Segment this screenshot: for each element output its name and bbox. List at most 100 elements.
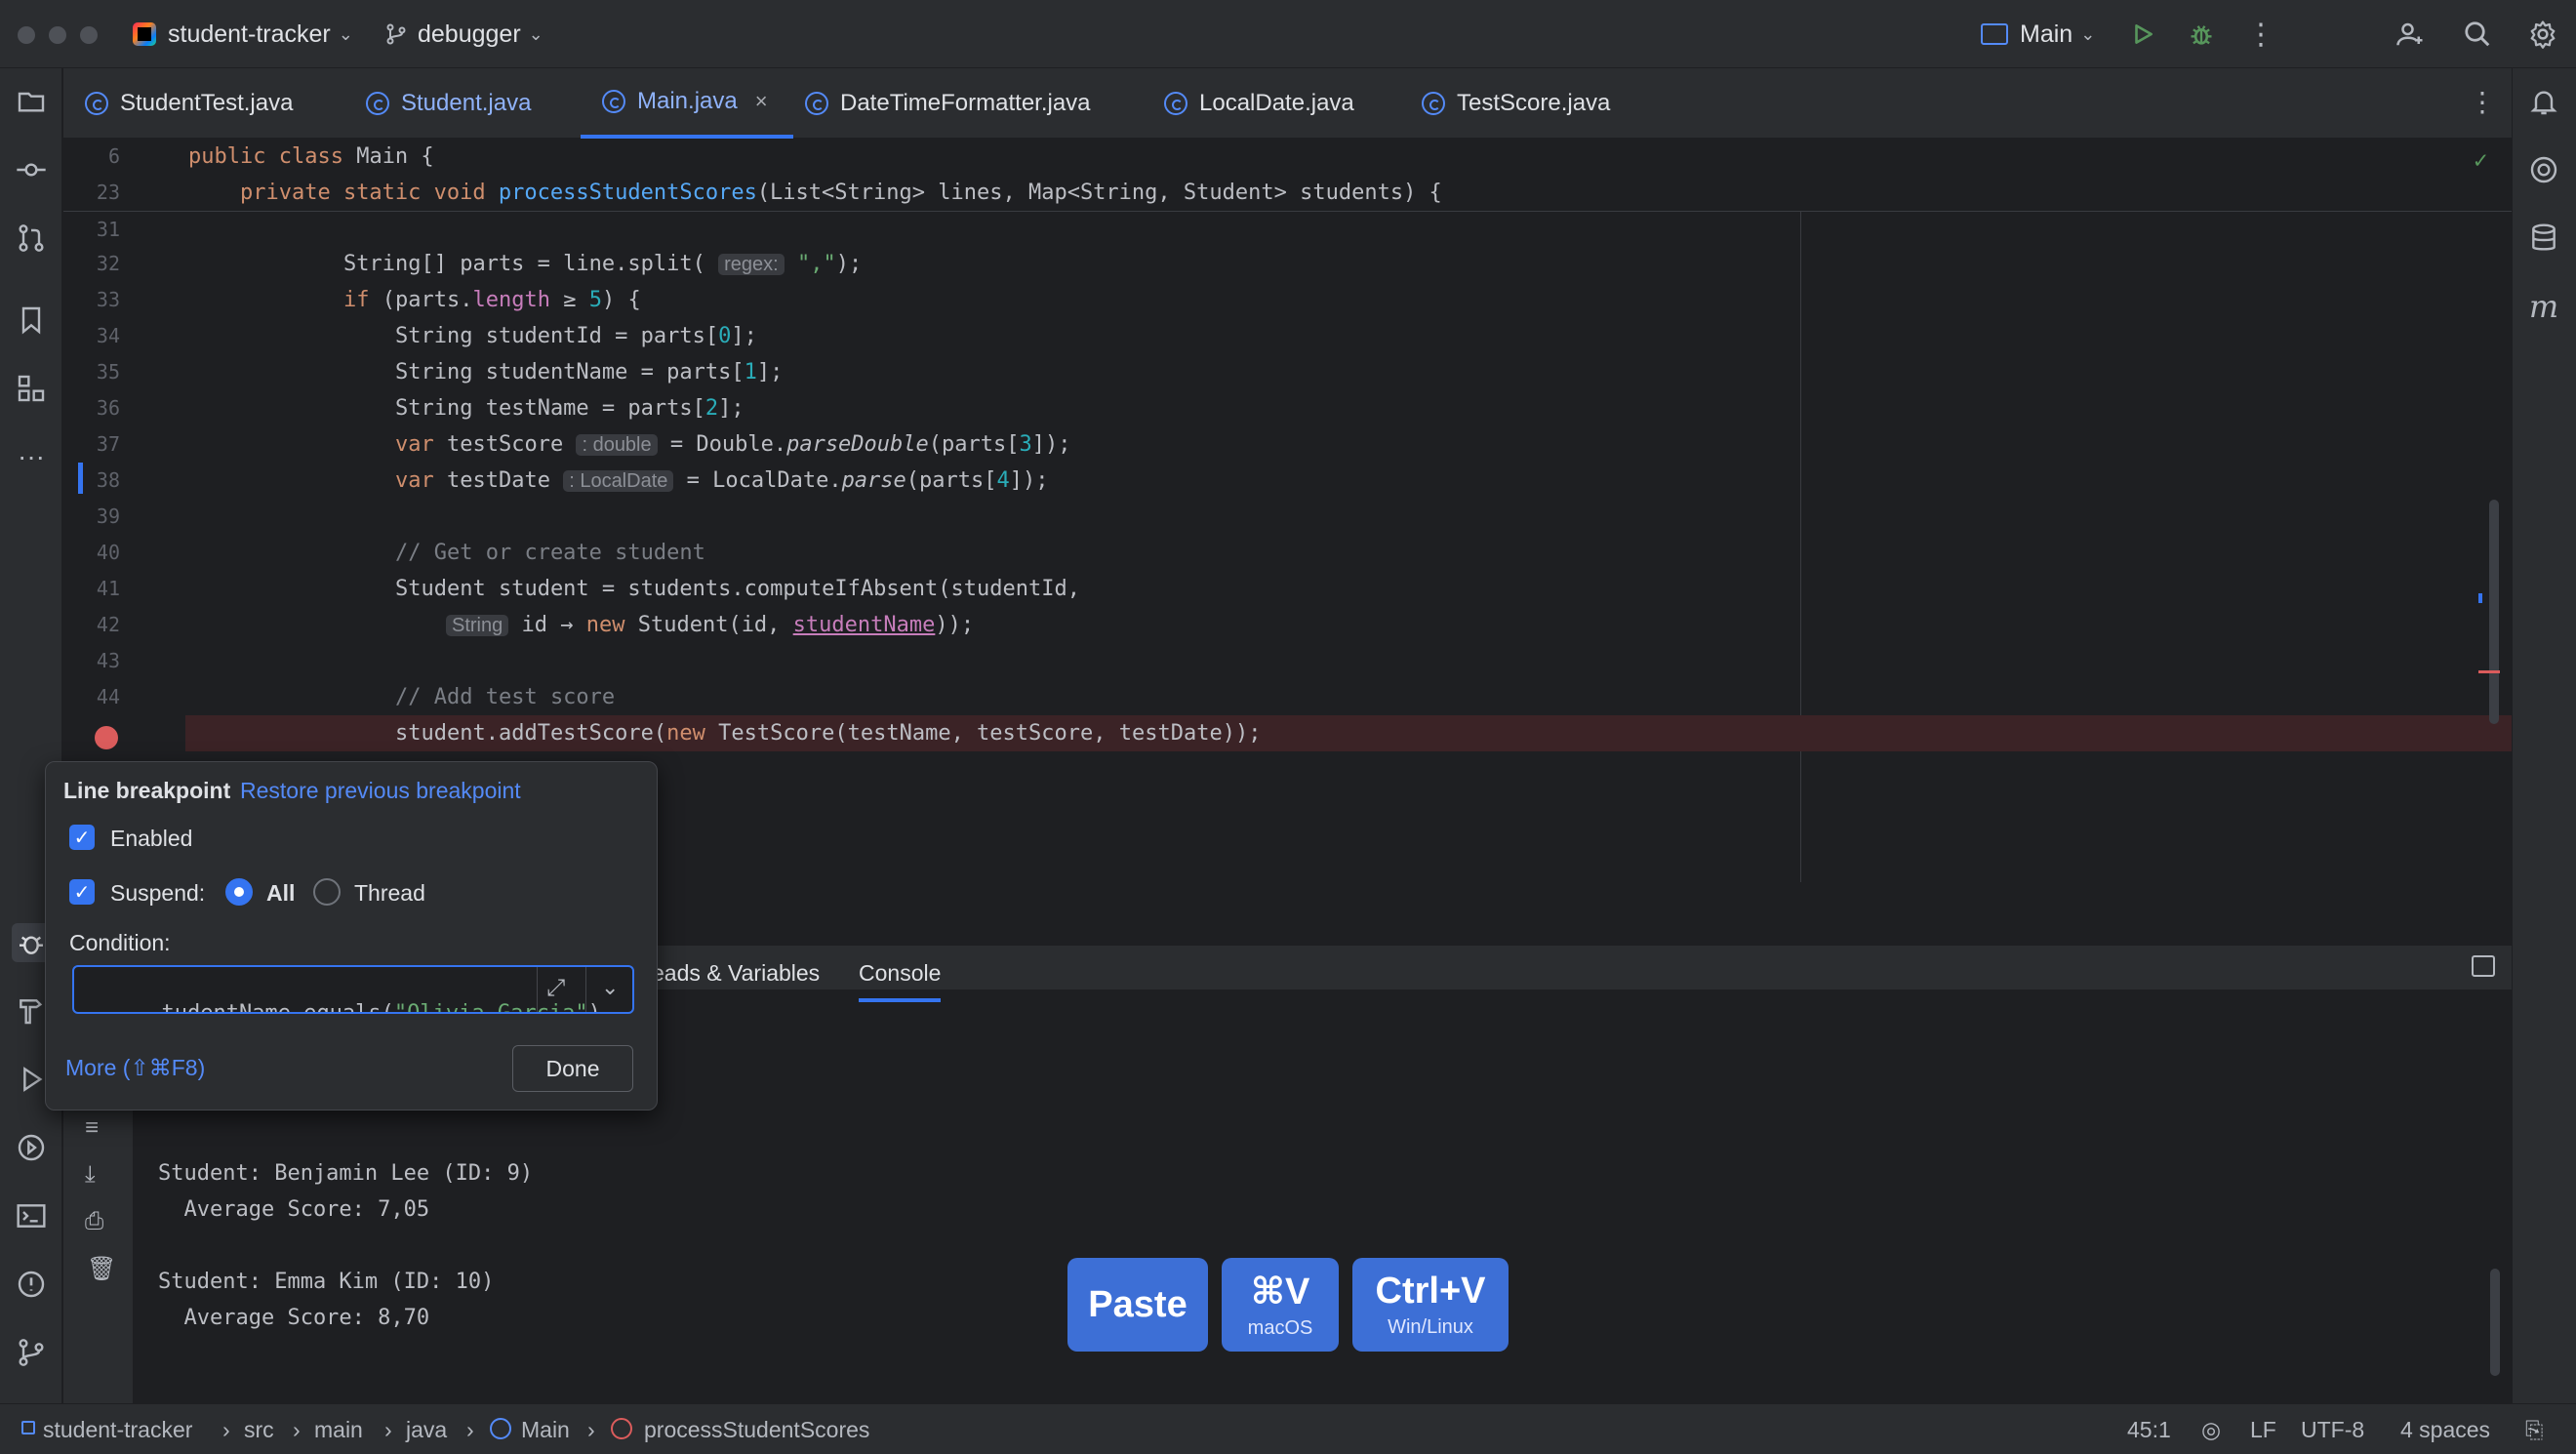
code-line: 42 String id → new Student(id, studentNam… <box>63 607 2512 643</box>
condition-label: Condition: <box>69 930 171 955</box>
code-line: 36 String testName = parts[2]; <box>63 390 2512 426</box>
code-with-me-button[interactable] <box>2390 14 2431 55</box>
more-link[interactable]: More (⇧⌘F8) <box>65 1055 205 1081</box>
tab-console[interactable]: Console <box>859 960 942 1002</box>
project-name: student-tracker <box>168 20 331 48</box>
suspend-thread-radio[interactable] <box>313 878 341 906</box>
tab-localdate[interactable]: LocalDate.java <box>1143 68 1431 139</box>
parameter-hint: regex: <box>718 254 785 275</box>
chevron-down-icon[interactable]: ⌄ <box>601 975 619 1000</box>
line-separator[interactable]: LF <box>2250 1417 2276 1443</box>
branch-selector[interactable]: debugger ⌄ <box>384 16 543 53</box>
breadcrumb-class[interactable]: Main <box>521 1417 570 1443</box>
right-tool-strip: m <box>2512 68 2576 1403</box>
suspend-all-radio[interactable] <box>225 878 253 906</box>
run-config-selector[interactable]: Main ⌄ <box>1981 16 2095 53</box>
left-tool-strip: ··· <box>0 68 62 1403</box>
breadcrumb-main[interactable]: main <box>314 1417 363 1443</box>
caret-position[interactable]: 45:1 <box>2127 1417 2171 1443</box>
search-button[interactable] <box>2457 14 2498 55</box>
commit-tool-button[interactable] <box>12 150 51 189</box>
maven-icon: m <box>2528 288 2559 325</box>
window-zoom-button[interactable] <box>80 26 98 44</box>
layout-icon[interactable] <box>2472 955 2495 977</box>
git-tool-button[interactable] <box>12 1333 51 1372</box>
condition-input[interactable]: tudentName.equals("Olivia Garcia") ⤢ ⌄ <box>72 965 634 1014</box>
settings-button[interactable] <box>2522 14 2563 55</box>
java-class-icon <box>1422 92 1445 115</box>
type-hint: : double <box>576 434 658 456</box>
file-encoding[interactable]: UTF-8 <box>2301 1417 2364 1443</box>
tab-testscore[interactable]: TestScore.java <box>1400 68 1689 139</box>
editor-scrollbar[interactable] <box>2489 500 2499 724</box>
enabled-label: Enabled <box>110 826 193 851</box>
lock-icon[interactable]: ⎘ <box>2525 1417 2543 1443</box>
bookmark-icon <box>21 306 41 335</box>
keystroke-win-key: Ctrl+V <box>1375 1271 1486 1312</box>
breadcrumb-java[interactable]: java <box>406 1417 447 1443</box>
suspend-checkbox[interactable]: ✓ <box>69 879 95 905</box>
breadcrumb-separator: › <box>587 1417 595 1442</box>
bookmarks-button[interactable] <box>12 301 51 340</box>
keystroke-mac-key: ⌘V <box>1250 1272 1310 1313</box>
print-icon[interactable]: ⎙ <box>85 1208 103 1235</box>
trash-icon[interactable]: 🗑 <box>87 1255 116 1283</box>
more-tools-button[interactable]: ··· <box>12 437 51 476</box>
breadcrumb-project[interactable]: student-tracker <box>43 1417 192 1443</box>
status-bar: student-tracker › src › main › java › Ma… <box>0 1403 2576 1454</box>
tab-threads-variables[interactable]: eads & Variables <box>652 960 820 987</box>
project-tool-button[interactable] <box>12 82 51 121</box>
sticky-line[interactable]: private static void processStudentScores… <box>188 175 1442 211</box>
line-number: 39 <box>96 505 120 528</box>
application-icon <box>1981 23 2008 45</box>
restore-breakpoint-link[interactable]: Restore previous breakpoint <box>240 778 521 804</box>
git-branch-icon <box>19 1339 44 1366</box>
run-config-name: Main <box>2020 20 2073 48</box>
tab-menu-icon[interactable]: ⋮ <box>2469 86 2496 118</box>
project-logo-icon <box>133 22 156 46</box>
commit-icon <box>17 163 46 177</box>
tab-datetimeformatter[interactable]: DateTimeFormatter.java <box>784 68 1160 139</box>
java-class-icon <box>85 92 108 115</box>
sticky-line[interactable]: public class Main { <box>188 139 434 175</box>
soft-wrap-icon[interactable]: ≡ <box>85 1114 99 1142</box>
ai-assistant-button[interactable] <box>2524 150 2563 189</box>
window-close-button[interactable] <box>18 26 35 44</box>
ai-assistant-icon <box>2530 156 2557 183</box>
keystroke-win-label: Win/Linux <box>1388 1316 1473 1338</box>
code-line: 34 String studentId = parts[0]; <box>63 318 2512 354</box>
tab-student[interactable]: Student.java <box>344 68 575 139</box>
enabled-checkbox[interactable]: ✓ <box>69 825 95 850</box>
ai-status-icon[interactable]: ◎ <box>2201 1417 2221 1443</box>
terminal-tool-button[interactable] <box>12 1196 51 1235</box>
pull-requests-button[interactable] <box>12 219 51 258</box>
console-line: Average Score: 8,70 <box>158 1306 430 1330</box>
services-tool-button[interactable] <box>12 1128 51 1167</box>
structure-button[interactable] <box>12 369 51 408</box>
problems-tool-button[interactable] <box>12 1265 51 1304</box>
code-line: 44// Add test score <box>63 679 2512 715</box>
maven-button[interactable]: m <box>2524 287 2563 326</box>
debug-button[interactable] <box>2181 14 2222 55</box>
expand-icon[interactable]: ⤢ <box>546 975 565 1002</box>
more-actions-button[interactable]: ⋮ <box>2240 14 2281 55</box>
run-button[interactable] <box>2122 14 2163 55</box>
breadcrumb-method[interactable]: processStudentScores <box>644 1417 869 1443</box>
tab-studenttest[interactable]: StudentTest.java <box>63 68 294 139</box>
java-class-icon <box>602 90 625 113</box>
done-button[interactable]: Done <box>512 1045 633 1092</box>
notifications-button[interactable] <box>2524 82 2563 121</box>
project-selector[interactable]: student-tracker ⌄ <box>133 16 353 53</box>
breadcrumb-separator: › <box>466 1417 474 1442</box>
add-user-icon <box>2396 22 2423 46</box>
database-button[interactable] <box>2524 219 2563 258</box>
breakpoint-icon[interactable] <box>95 726 118 749</box>
breadcrumb-src[interactable]: src <box>244 1417 274 1443</box>
tab-main[interactable]: Main.java × <box>581 68 793 139</box>
close-tab-icon[interactable]: × <box>755 89 768 114</box>
keystroke-win-badge: Ctrl+V Win/Linux <box>1352 1258 1509 1352</box>
scroll-to-end-icon[interactable]: ⤓ <box>85 1161 96 1189</box>
indent-setting[interactable]: 4 spaces <box>2400 1417 2490 1443</box>
console-scrollbar[interactable] <box>2490 1269 2500 1376</box>
window-minimize-button[interactable] <box>49 26 66 44</box>
